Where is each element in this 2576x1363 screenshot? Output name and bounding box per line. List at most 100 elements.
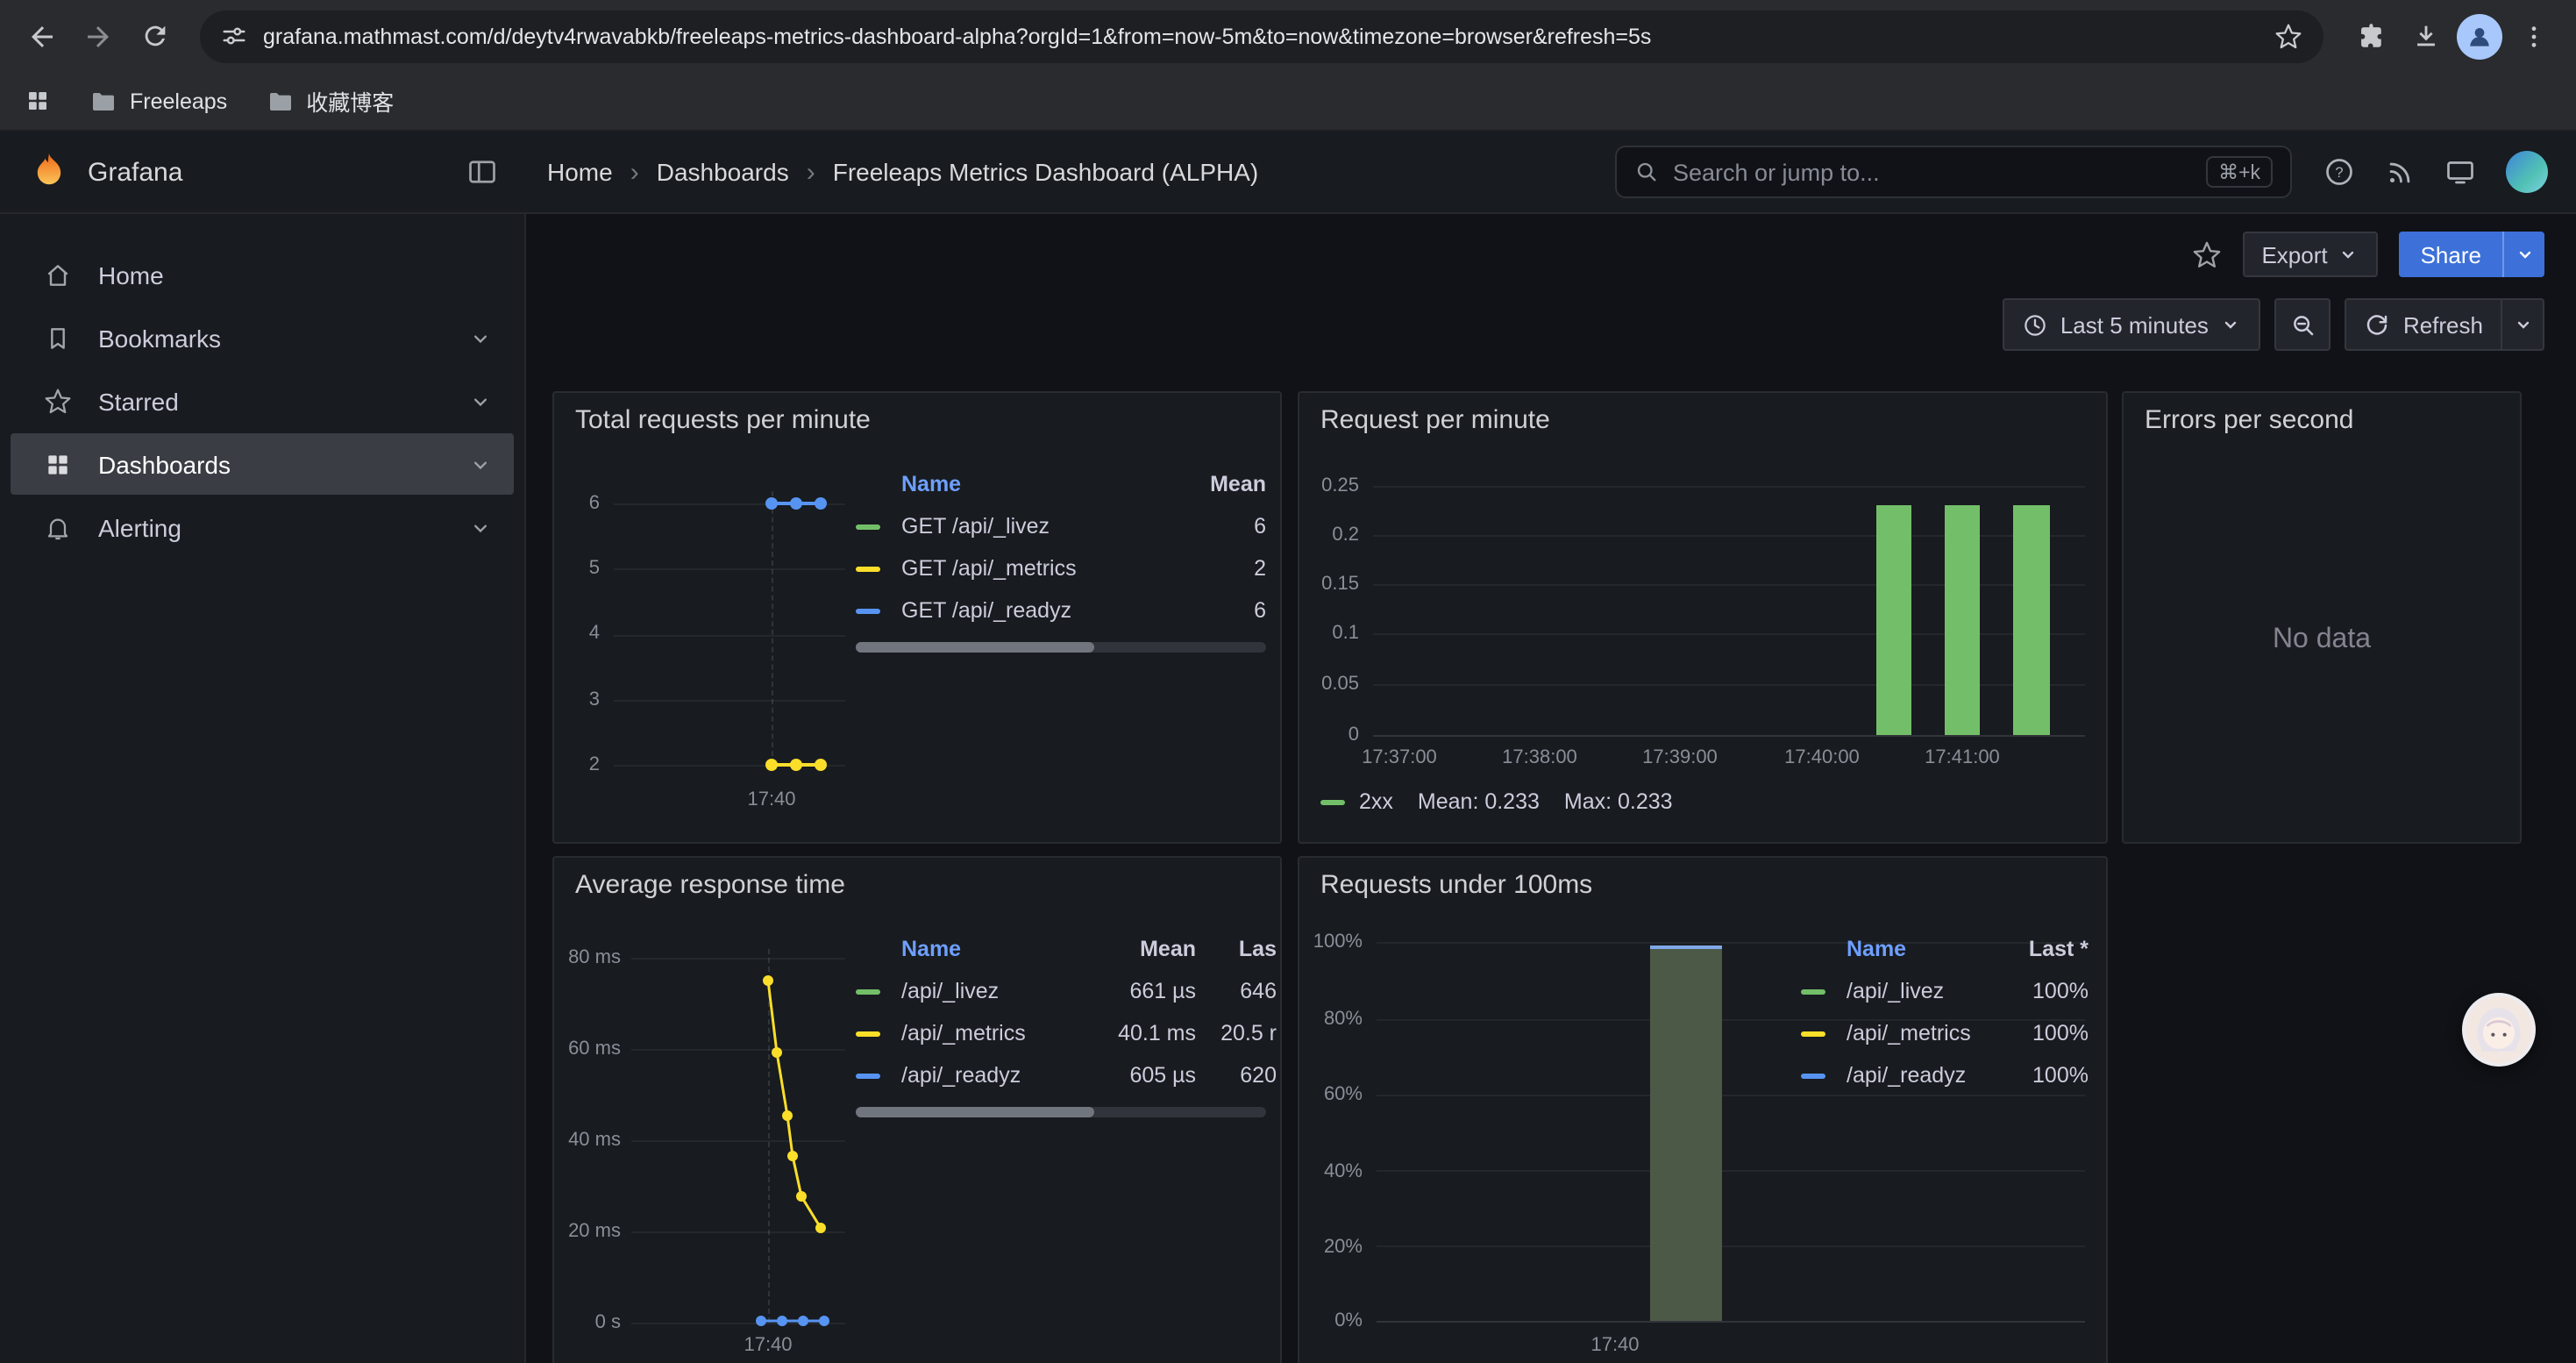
series-color-icon: [856, 1031, 880, 1036]
x-tick: 17:41:00: [1913, 747, 2011, 768]
legend-row[interactable]: /api/_readyz 100%: [1801, 1054, 2089, 1096]
sidebar-item-label: Home: [98, 260, 164, 289]
series-name[interactable]: /api/_metrics: [1847, 1021, 1990, 1045]
breadcrumb-home[interactable]: Home: [547, 158, 613, 186]
bookmark-star-icon[interactable]: [2274, 22, 2302, 50]
bookmarks-bar: Freeleaps 收藏博客: [0, 72, 2576, 132]
share-label: Share: [2400, 232, 2502, 277]
legend-row[interactable]: /api/_livez 661 µs 646: [856, 970, 1277, 1012]
extensions-icon[interactable]: [2345, 11, 2394, 61]
browser-profile-avatar[interactable]: [2457, 13, 2502, 59]
sidebar-item-dashboards[interactable]: Dashboards: [11, 433, 514, 495]
forward-icon[interactable]: [74, 11, 123, 61]
panel-title[interactable]: Requests under 100ms: [1320, 870, 1592, 900]
scrollbar-thumb[interactable]: [856, 1107, 1093, 1117]
share-dropdown[interactable]: [2502, 232, 2544, 277]
y-tick: 80%: [1303, 1009, 1363, 1030]
back-icon[interactable]: [18, 11, 67, 61]
chevron-down-icon[interactable]: [468, 389, 493, 413]
series-color-icon: [1801, 1031, 1825, 1036]
legend-header-name[interactable]: Name: [1847, 937, 1990, 961]
legend-header-mean[interactable]: Mean: [1098, 937, 1196, 961]
panel-title[interactable]: Errors per second: [2145, 405, 2353, 435]
reload-icon[interactable]: [130, 11, 179, 61]
series-color-icon: [856, 608, 880, 613]
grafana-logo-icon[interactable]: [28, 151, 70, 193]
url-text[interactable]: grafana.mathmast.com/d/deytv4rwavabkb/fr…: [263, 24, 1651, 48]
bookmark-folder-blogs[interactable]: 收藏博客: [266, 84, 394, 118]
series-color-icon: [856, 1073, 880, 1078]
news-rss-icon[interactable]: [2385, 157, 2415, 187]
legend-row[interactable]: /api/_readyz 605 µs 620: [856, 1054, 1277, 1096]
legend-header-name[interactable]: Name: [901, 472, 1178, 496]
series-last: 100%: [2001, 1063, 2089, 1088]
legend-row[interactable]: /api/_metrics 100%: [1801, 1012, 2089, 1054]
series-name[interactable]: 2xx: [1359, 789, 1393, 814]
legend-header-name[interactable]: Name: [901, 937, 1087, 961]
series-name[interactable]: /api/_readyz: [901, 1063, 1087, 1088]
y-tick: 0.05: [1303, 674, 1359, 695]
series-name[interactable]: GET /api/_readyz: [901, 598, 1178, 623]
time-range-picker[interactable]: Last 5 minutes: [2003, 298, 2261, 351]
sidebar-item-bookmarks[interactable]: Bookmarks: [11, 307, 514, 368]
sidebar-item-label: Dashboards: [98, 450, 231, 478]
gridline: [1377, 1170, 2085, 1172]
x-tick: 17:40: [1571, 1335, 1659, 1356]
zoom-out-button[interactable]: [2275, 298, 2331, 351]
browser-menu-icon[interactable]: [2509, 11, 2558, 61]
panel-title[interactable]: Total requests per minute: [575, 405, 871, 435]
legend-scrollbar[interactable]: [856, 642, 1266, 653]
bookmark-folder-freeleaps[interactable]: Freeleaps: [89, 87, 227, 115]
assistant-avatar[interactable]: [2462, 993, 2536, 1067]
breadcrumb-dashboards[interactable]: Dashboards: [657, 158, 789, 186]
sidebar-item-label: Alerting: [98, 513, 181, 541]
search-box[interactable]: ⌘+k: [1615, 146, 2292, 198]
y-tick: 0.15: [1303, 574, 1359, 595]
series-name[interactable]: /api/_livez: [1847, 979, 1990, 1003]
monitor-icon[interactable]: [2444, 156, 2476, 188]
x-tick: 17:39:00: [1631, 747, 1729, 768]
series-mean: 605 µs: [1098, 1063, 1196, 1088]
sidebar-item-alerting[interactable]: Alerting: [11, 496, 514, 558]
help-icon[interactable]: ?: [2323, 156, 2355, 188]
downloads-icon[interactable]: [2401, 11, 2450, 61]
y-tick: 2: [558, 754, 600, 775]
series-name[interactable]: GET /api/_livez: [901, 514, 1178, 539]
share-button[interactable]: Share: [2400, 232, 2544, 277]
scrollbar-thumb[interactable]: [856, 642, 1093, 653]
refresh-label: Refresh: [2403, 311, 2483, 338]
refresh-interval-dropdown[interactable]: [2501, 300, 2543, 349]
legend-header-last[interactable]: Last *: [2001, 937, 2089, 961]
address-bar[interactable]: grafana.mathmast.com/d/deytv4rwavabkb/fr…: [200, 10, 2323, 62]
legend-row[interactable]: GET /api/_livez 6: [856, 505, 1266, 547]
user-avatar[interactable]: [2506, 151, 2548, 193]
data-point: [790, 497, 802, 510]
bar-2xx: [2013, 505, 2050, 735]
export-button[interactable]: Export: [2242, 232, 2378, 277]
chevron-down-icon[interactable]: [468, 325, 493, 350]
panel-title[interactable]: Request per minute: [1320, 405, 1550, 435]
mega-menu-toggle-icon[interactable]: [466, 156, 498, 188]
gridline: [614, 635, 845, 637]
chevron-down-icon[interactable]: [468, 452, 493, 476]
legend-row[interactable]: /api/_metrics 40.1 ms 20.5 r: [856, 1012, 1277, 1054]
legend-row[interactable]: GET /api/_metrics 2: [856, 547, 1266, 589]
legend-row[interactable]: /api/_livez 100%: [1801, 970, 2089, 1012]
legend-row[interactable]: GET /api/_readyz 6: [856, 589, 1266, 632]
sidebar-item-home[interactable]: Home: [11, 244, 514, 305]
legend-header-last[interactable]: Las: [1206, 937, 1277, 961]
search-input[interactable]: [1673, 159, 2192, 185]
legend-header-mean[interactable]: Mean: [1189, 472, 1266, 496]
series-name[interactable]: /api/_livez: [901, 979, 1087, 1003]
series-name[interactable]: /api/_readyz: [1847, 1063, 1990, 1088]
site-settings-icon[interactable]: [221, 23, 247, 49]
series-name[interactable]: GET /api/_metrics: [901, 556, 1178, 581]
legend-scrollbar[interactable]: [856, 1107, 1266, 1117]
sidebar-item-starred[interactable]: Starred: [11, 370, 514, 432]
apps-grid-icon[interactable]: [25, 88, 51, 114]
series-name[interactable]: /api/_metrics: [901, 1021, 1087, 1045]
favorite-star-icon[interactable]: [2191, 239, 2221, 269]
chevron-down-icon[interactable]: [468, 515, 493, 539]
folder-icon: [89, 87, 117, 115]
refresh-button[interactable]: Refresh: [2345, 298, 2544, 351]
